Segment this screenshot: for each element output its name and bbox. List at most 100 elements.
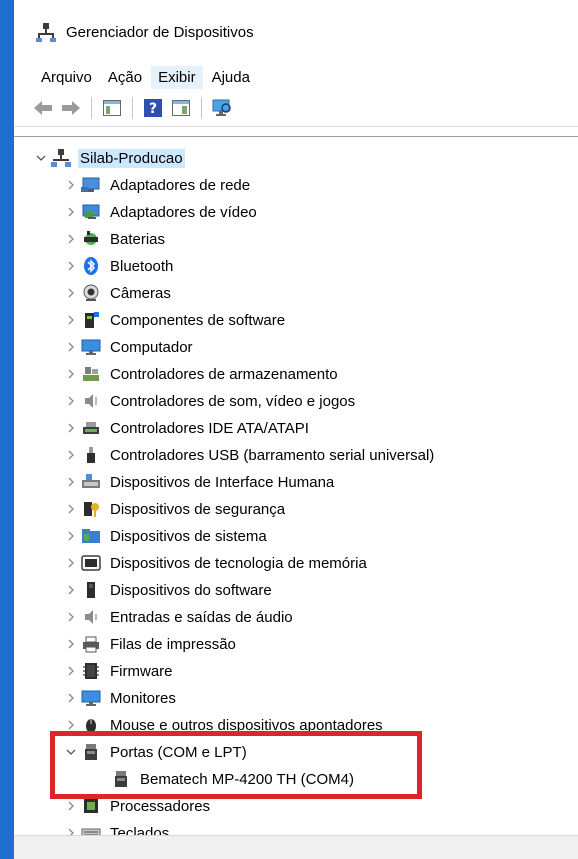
action-pane-button[interactable] <box>170 97 192 119</box>
tree-node-filas-de-impressao[interactable]: Filas de impressão <box>62 631 238 657</box>
chevron-right-icon[interactable] <box>62 199 80 225</box>
device-manager-icon <box>36 23 56 42</box>
tree-node-label: Dispositivos de sistema <box>110 527 267 545</box>
tree-node-adaptadores-de-video[interactable]: Adaptadores de vídeo <box>62 199 259 225</box>
help-button[interactable]: ? <box>142 97 164 119</box>
tree-node-silab-producao[interactable]: Silab-Producao <box>32 145 185 171</box>
tree-node-label: Dispositivos de Interface Humana <box>110 473 335 491</box>
chevron-right-icon[interactable] <box>62 388 80 414</box>
tree-node-label: Firmware <box>110 662 173 680</box>
tree-node-componentes-de-software[interactable]: Componentes de software <box>62 307 287 333</box>
hid-icon <box>80 471 102 493</box>
scan-monitor-icon <box>212 99 231 116</box>
firmware-chip-icon <box>80 660 102 682</box>
toolbar-separator <box>91 97 92 119</box>
toolbar: ? <box>14 90 578 127</box>
tree-node-dispositivos-de-interface-humana[interactable]: Dispositivos de Interface Humana <box>62 469 336 495</box>
title-bar[interactable]: Gerenciador de Dispositivos <box>14 0 578 64</box>
tree-node-label: Monitores <box>110 689 176 707</box>
tree-node-monitores[interactable]: Monitores <box>62 685 178 711</box>
software-component-icon <box>80 309 102 331</box>
tree-node-controladores-de-armazenamento[interactable]: Controladores de armazenamento <box>62 361 340 387</box>
usb-icon <box>80 444 102 466</box>
tree-node-firmware[interactable]: Firmware <box>62 658 175 684</box>
chevron-right-icon[interactable] <box>62 415 80 441</box>
tree-node-label: Silab-Producao <box>78 148 185 168</box>
camera-icon <box>80 282 102 304</box>
system-folder-icon <box>80 525 102 547</box>
monitor-icon <box>80 687 102 709</box>
tree-node-label: Filas de impressão <box>110 635 236 653</box>
display-adapter-icon <box>80 201 102 223</box>
forward-button[interactable] <box>60 97 82 119</box>
tree-node-entradas-e-saidas-de-audio[interactable]: Entradas e saídas de áudio <box>62 604 295 630</box>
tree-node-label: Dispositivos de segurança <box>110 500 286 518</box>
chevron-right-icon[interactable] <box>62 658 80 684</box>
tree-node-label: Controladores de som, vídeo e jogos <box>110 392 356 410</box>
chevron-right-icon[interactable] <box>62 253 80 279</box>
tree-node-label: Processadores <box>110 797 211 815</box>
storage-controller-icon <box>80 363 102 385</box>
highlight-annotation-box <box>50 731 422 799</box>
tree-node-label: Bluetooth <box>110 257 174 275</box>
tree-node-label: Câmeras <box>110 284 171 302</box>
tree-node-dispositivos-de-seguranca[interactable]: Dispositivos de segurança <box>62 496 287 522</box>
console-tree-icon <box>103 100 121 116</box>
action-pane-icon <box>172 100 190 116</box>
chevron-right-icon[interactable] <box>62 604 80 630</box>
software-device-icon <box>80 579 102 601</box>
chevron-right-icon[interactable] <box>62 280 80 306</box>
tree-node-label: Adaptadores de vídeo <box>110 203 257 221</box>
tree-node-controladores-ide-ata-atapi[interactable]: Controladores IDE ATA/ATAPI <box>62 415 311 441</box>
chevron-right-icon[interactable] <box>62 226 80 252</box>
show-hide-console-tree-button[interactable] <box>101 97 123 119</box>
menu-arquivo[interactable]: Arquivo <box>34 66 99 89</box>
tree-node-cameras[interactable]: Câmeras <box>62 280 173 306</box>
tree-node-controladores-usb-barramento-serial-universal[interactable]: Controladores USB (barramento serial uni… <box>62 442 436 468</box>
bluetooth-icon <box>80 255 102 277</box>
chevron-right-icon[interactable] <box>62 361 80 387</box>
tree-node-label: Controladores de armazenamento <box>110 365 338 383</box>
tree-node-dispositivos-de-sistema[interactable]: Dispositivos de sistema <box>62 523 269 549</box>
tree-node-bluetooth[interactable]: Bluetooth <box>62 253 175 279</box>
chevron-right-icon[interactable] <box>62 523 80 549</box>
tree-node-label: Entradas e saídas de áudio <box>110 608 293 626</box>
tree-node-computador[interactable]: Computador <box>62 334 195 360</box>
chevron-right-icon[interactable] <box>62 307 80 333</box>
chevron-right-icon[interactable] <box>62 469 80 495</box>
status-bar <box>14 835 578 859</box>
tree-node-label: Adaptadores de rede <box>110 176 251 194</box>
memory-icon <box>80 552 102 574</box>
tree-node-controladores-de-som-video-e-jogos[interactable]: Controladores de som, vídeo e jogos <box>62 388 357 414</box>
chevron-right-icon[interactable] <box>62 442 80 468</box>
chevron-right-icon[interactable] <box>62 334 80 360</box>
tree-node-baterias[interactable]: Baterias <box>62 226 167 252</box>
tree-node-label: Dispositivos do software <box>110 581 272 599</box>
menu-exibir[interactable]: Exibir <box>151 65 203 89</box>
arrow-right-icon <box>62 101 80 115</box>
tree-node-adaptadores-de-rede[interactable]: Adaptadores de rede <box>62 172 252 198</box>
menu-bar: Arquivo Ação Exibir Ajuda <box>14 64 578 90</box>
scan-hardware-button[interactable] <box>211 97 233 119</box>
battery-icon <box>80 228 102 250</box>
chevron-right-icon[interactable] <box>62 685 80 711</box>
chevron-right-icon[interactable] <box>62 172 80 198</box>
menu-ajuda[interactable]: Ajuda <box>205 66 257 89</box>
arrow-left-icon <box>34 101 52 115</box>
tree-node-label: Computador <box>110 338 193 356</box>
chevron-right-icon[interactable] <box>62 577 80 603</box>
tree-node-dispositivos-do-software[interactable]: Dispositivos do software <box>62 577 274 603</box>
tree-node-label: Controladores IDE ATA/ATAPI <box>110 419 309 437</box>
chevron-right-icon[interactable] <box>62 496 80 522</box>
chevron-right-icon[interactable] <box>62 550 80 576</box>
tree-node-dispositivos-de-tecnologia-de-memoria[interactable]: Dispositivos de tecnologia de memória <box>62 550 369 576</box>
window-title: Gerenciador de Dispositivos <box>66 23 254 41</box>
back-button[interactable] <box>32 97 54 119</box>
help-icon: ? <box>144 99 162 117</box>
monitor-icon <box>80 336 102 358</box>
menu-acao[interactable]: Ação <box>101 66 149 89</box>
svg-text:?: ? <box>149 101 157 117</box>
chevron-down-icon[interactable] <box>32 145 50 171</box>
tree-node-label: Controladores USB (barramento serial uni… <box>110 446 435 464</box>
chevron-right-icon[interactable] <box>62 631 80 657</box>
